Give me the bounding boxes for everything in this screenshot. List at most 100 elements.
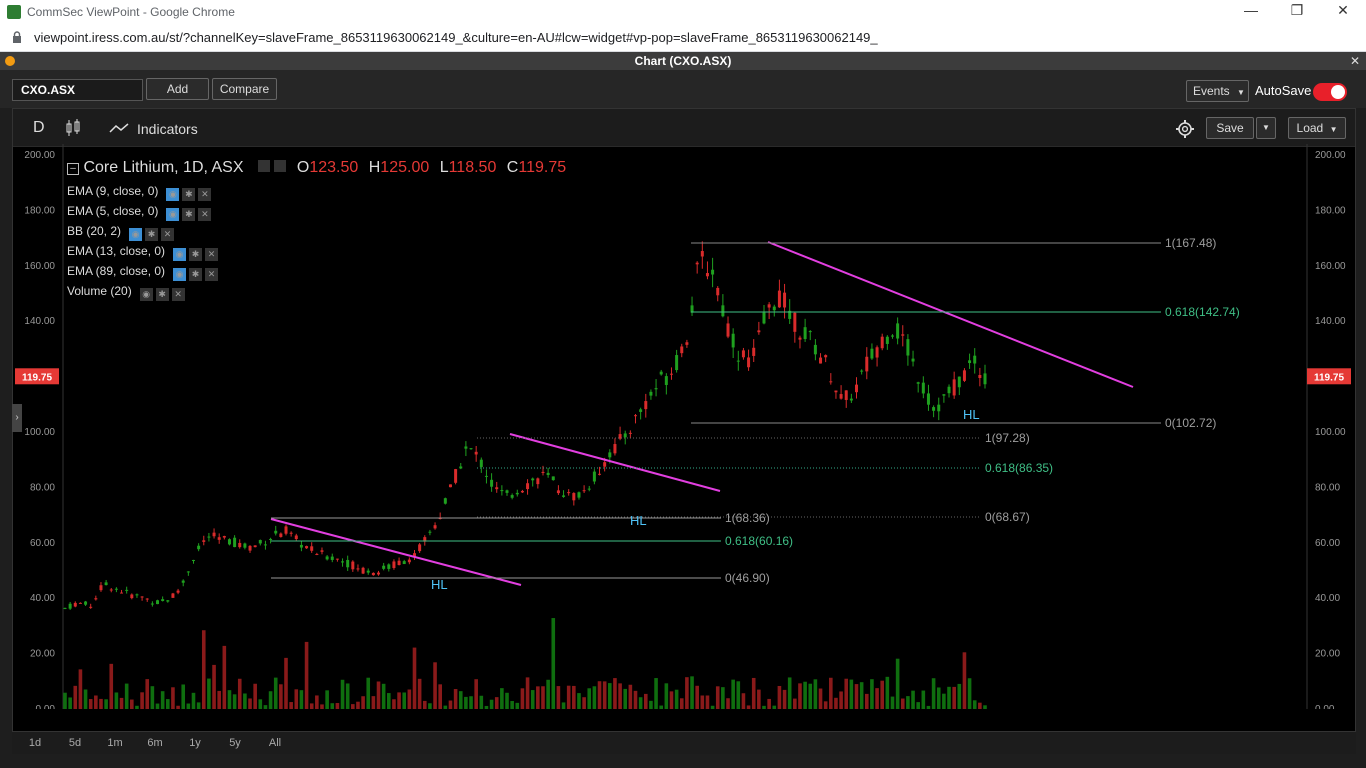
candle-body bbox=[592, 471, 596, 482]
fib-label: 0.618(142.74) bbox=[1165, 305, 1240, 319]
candle-body bbox=[783, 292, 787, 308]
volume-bar bbox=[839, 691, 843, 709]
candle-body bbox=[680, 346, 684, 354]
candle-body bbox=[952, 379, 956, 396]
legend-settings-icon[interactable] bbox=[257, 160, 270, 172]
range-button-5y[interactable]: 5y bbox=[224, 735, 246, 751]
range-button-1d[interactable]: 1d bbox=[24, 735, 46, 751]
volume-bar bbox=[936, 687, 941, 709]
settings-icon[interactable]: ✱ bbox=[189, 268, 203, 281]
range-button-1y[interactable]: 1y bbox=[184, 735, 206, 751]
y-tick-label-left: 20.00 bbox=[30, 649, 55, 660]
candle-body bbox=[644, 401, 648, 410]
study-label: BB (20, 2) bbox=[67, 224, 122, 238]
close-icon[interactable]: ✕ bbox=[205, 268, 219, 281]
study-item[interactable]: BB (20, 2) ◉ ✱ ✕ bbox=[67, 221, 218, 241]
chart-panel[interactable]: D Indicators Save ▼ Load ▼ 200.00 200.00… bbox=[12, 108, 1356, 732]
volume-bar bbox=[376, 681, 381, 709]
settings-icon[interactable]: ✱ bbox=[182, 188, 196, 201]
volume-bar bbox=[330, 703, 335, 709]
candle-body bbox=[330, 556, 334, 560]
volume-bar bbox=[489, 699, 494, 709]
candle-body bbox=[156, 600, 160, 605]
restore-icon[interactable]: ❐ bbox=[1282, 2, 1312, 22]
study-item[interactable]: Volume (20) ◉ ✱ ✕ bbox=[67, 281, 218, 301]
eye-icon[interactable]: ◉ bbox=[173, 268, 187, 281]
volume-bar bbox=[572, 685, 576, 709]
candle-body bbox=[808, 331, 812, 333]
popup-title: Chart (CXO.ASX) bbox=[634, 54, 732, 68]
candle-body bbox=[186, 571, 190, 573]
volume-bar bbox=[885, 676, 890, 709]
close-window-icon[interactable]: ✕ bbox=[1328, 2, 1358, 22]
address-bar[interactable]: viewpoint.iress.com.au/st/?channelKey=sl… bbox=[0, 24, 1366, 52]
volume-bar bbox=[320, 704, 324, 709]
candle-body bbox=[962, 370, 966, 381]
range-button-6m[interactable]: 6m bbox=[144, 735, 166, 751]
candle-body bbox=[63, 607, 67, 609]
candle-body bbox=[603, 462, 607, 467]
volume-bar bbox=[304, 641, 309, 709]
last-price-label: 119.75 bbox=[1314, 372, 1344, 383]
compare-button[interactable]: Compare bbox=[212, 78, 277, 100]
events-dropdown[interactable]: Events ▼ bbox=[1186, 80, 1249, 102]
study-item[interactable]: EMA (5, close, 0) ◉ ✱ ✕ bbox=[67, 201, 218, 221]
eye-icon[interactable]: ◉ bbox=[129, 228, 143, 241]
volume-bar bbox=[510, 701, 514, 709]
candle-body bbox=[747, 357, 751, 368]
candle-body bbox=[757, 330, 761, 333]
range-button-all[interactable]: All bbox=[264, 735, 286, 751]
range-button-5d[interactable]: 5d bbox=[64, 735, 86, 751]
close-icon[interactable]: ✕ bbox=[171, 288, 185, 301]
volume-bar bbox=[823, 701, 828, 709]
settings-icon[interactable]: ✱ bbox=[182, 208, 196, 221]
side-panel-toggle[interactable]: › bbox=[12, 404, 22, 432]
volume-bar bbox=[931, 678, 936, 709]
candle-body bbox=[366, 570, 370, 573]
settings-icon[interactable]: ✱ bbox=[155, 288, 169, 301]
candle-body bbox=[469, 448, 473, 450]
autosave-toggle[interactable] bbox=[1313, 83, 1347, 101]
settings-icon[interactable]: ✱ bbox=[189, 248, 203, 261]
candle-body bbox=[926, 393, 930, 405]
candle-body bbox=[191, 559, 195, 562]
candle-body bbox=[608, 452, 612, 458]
study-item[interactable]: EMA (89, close, 0) ◉ ✱ ✕ bbox=[67, 261, 219, 281]
symbol-input[interactable]: CXO.ASX bbox=[12, 79, 143, 101]
volume-bar bbox=[829, 677, 833, 709]
url-text[interactable]: viewpoint.iress.com.au/st/?channelKey=sl… bbox=[34, 30, 878, 45]
candle-body bbox=[741, 350, 745, 358]
volume-bar bbox=[479, 695, 484, 709]
close-icon[interactable]: ✕ bbox=[161, 228, 175, 241]
candle-body bbox=[392, 561, 396, 568]
candle-body bbox=[68, 603, 72, 609]
popup-close-icon[interactable]: ✕ bbox=[1350, 52, 1360, 70]
candle-body bbox=[89, 606, 93, 608]
close-icon[interactable]: ✕ bbox=[205, 248, 219, 261]
candle-body bbox=[341, 561, 345, 563]
eye-icon[interactable]: ◉ bbox=[139, 288, 153, 301]
volume-bar bbox=[597, 681, 602, 709]
legend-settings-icon[interactable] bbox=[274, 160, 287, 172]
minimize-icon[interactable]: — bbox=[1236, 2, 1266, 22]
eye-icon[interactable]: ◉ bbox=[166, 188, 180, 201]
range-button-1m[interactable]: 1m bbox=[104, 735, 126, 751]
study-item[interactable]: EMA (9, close, 0) ◉ ✱ ✕ bbox=[67, 181, 218, 201]
volume-bar bbox=[875, 688, 879, 709]
eye-icon[interactable]: ◉ bbox=[173, 248, 187, 261]
candle-body bbox=[942, 394, 946, 396]
candle-body bbox=[253, 545, 257, 548]
close-icon[interactable]: ✕ bbox=[198, 208, 212, 221]
volume-bar bbox=[530, 690, 535, 709]
volume-bar bbox=[150, 686, 155, 709]
candle-body bbox=[397, 560, 401, 566]
volume-bar bbox=[710, 705, 715, 709]
settings-icon[interactable]: ✱ bbox=[145, 228, 159, 241]
study-item[interactable]: EMA (13, close, 0) ◉ ✱ ✕ bbox=[67, 241, 219, 261]
legend-collapse-icon[interactable]: – bbox=[67, 163, 79, 175]
add-button[interactable]: Add bbox=[146, 78, 209, 100]
close-icon[interactable]: ✕ bbox=[198, 188, 212, 201]
eye-icon[interactable]: ◉ bbox=[166, 208, 180, 221]
candle-body bbox=[664, 376, 668, 385]
volume-bar bbox=[587, 688, 592, 709]
